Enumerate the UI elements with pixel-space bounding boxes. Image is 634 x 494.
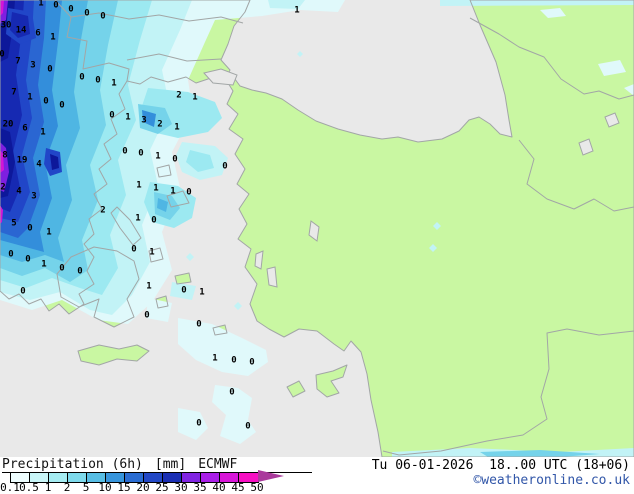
legend-unit: [mm] <box>154 457 187 472</box>
colorbar-segment <box>68 473 87 482</box>
colorbar-arrow-icon <box>258 470 284 482</box>
colorbar-segment <box>239 473 258 482</box>
colorbar-segment <box>49 473 68 482</box>
legend-parameter: Precipitation (6h) <box>2 457 143 472</box>
weather-map-page: 1 0 0 0 0 1 30 14 6 1 0 7 3 0 0 0 1 2 1 7 1 0 0 0 1 3 2 1 20 6 1 0 0 1 0 0 8… <box>0 0 634 494</box>
colorbar-segment <box>11 473 30 482</box>
precipitation-map: 1 0 0 0 0 1 30 14 6 1 0 7 3 0 0 0 1 2 1 7 1 0 0 0 1 3 2 1 20 6 1 0 0 1 0 0 8… <box>0 0 634 457</box>
forecast-datetime: Tu 06-01-2026 18..00 UTC (18+06) <box>371 458 630 473</box>
colorbar-segment <box>125 473 144 482</box>
legend-model: ECMWF <box>198 457 238 472</box>
colorbar <box>10 472 259 483</box>
colorbar-segment <box>30 473 49 482</box>
colorbar-segment <box>87 473 106 482</box>
colorbar-segment <box>163 473 182 482</box>
colorbar-segment <box>182 473 201 482</box>
colorbar-segment <box>144 473 163 482</box>
legend-footer: Precipitation (6h) [mm] ECMWF 0.1 0.5 1 2 5 10 1… <box>0 457 634 494</box>
colorbar-segment <box>201 473 220 482</box>
colorbar-segment <box>106 473 125 482</box>
colorbar-segment <box>220 473 239 482</box>
map-canvas <box>0 0 634 457</box>
copyright-link[interactable]: ©weatheronline.co.uk <box>473 473 630 488</box>
